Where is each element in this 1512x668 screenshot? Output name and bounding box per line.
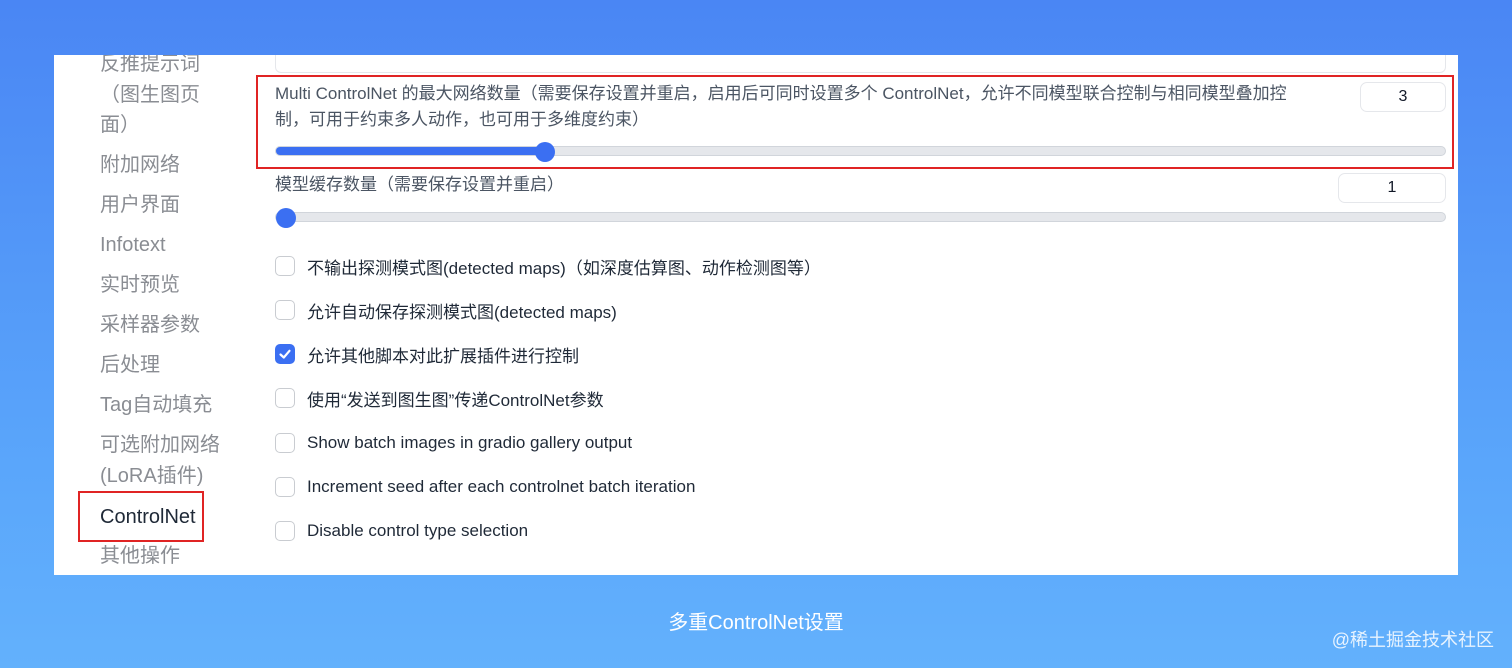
sidebar-item-user-interface[interactable]: 用户界面 xyxy=(100,190,240,220)
sidebar-item-interrogate[interactable]: 反推提示词 xyxy=(100,55,240,79)
max-models-slider[interactable] xyxy=(275,142,1446,162)
controlnet-highlight-box xyxy=(78,491,204,542)
max-models-slider-fill xyxy=(276,147,545,155)
checkbox-disable-control-type[interactable] xyxy=(275,521,295,541)
checkbox-label: 不输出探测模式图(detected maps)（如深度估算图、动作检测图等） xyxy=(307,258,821,278)
checkbox-label: Increment seed after each controlnet bat… xyxy=(307,477,696,496)
figure-caption: 多重ControlNet设置 xyxy=(668,612,844,634)
checkbox-batch-gallery[interactable] xyxy=(275,433,295,453)
cache-models-number-input[interactable]: 1 xyxy=(1338,173,1446,203)
checkbox-row-send-to-img2img[interactable]: 使用“发送到图生图”传递ControlNet参数 xyxy=(275,385,604,411)
settings-panel: 反推提示词 （图生图页 面） 附加网络 用户界面 Infotext 实时预览 采… xyxy=(54,55,1458,575)
checkbox-label: 使用“发送到图生图”传递ControlNet参数 xyxy=(307,390,604,410)
cache-models-slider[interactable] xyxy=(275,208,1446,228)
checkbox-label: Disable control type selection xyxy=(307,521,529,540)
previous-setting-field xyxy=(275,55,1446,73)
checkbox-allow-script-control[interactable] xyxy=(275,344,295,364)
sidebar-item-tag-autocomplete[interactable]: Tag自动填充 xyxy=(100,390,240,420)
checkbox-label: 允许其他脚本对此扩展插件进行控制 xyxy=(307,346,579,366)
sidebar-item-extra-networks[interactable]: 附加网络 xyxy=(100,150,240,180)
sidebar-item-postprocessing[interactable]: 后处理 xyxy=(100,350,240,380)
sidebar-item-other-actions[interactable]: 其他操作 xyxy=(100,541,240,571)
max-models-label: Multi ControlNet 的最大网络数量（需要保存设置并重启，启用后可同… xyxy=(275,81,1365,133)
checkbox-no-detected-maps[interactable] xyxy=(275,256,295,276)
max-models-slider-thumb[interactable] xyxy=(534,142,555,162)
settings-sidebar: 反推提示词 （图生图页 面） 附加网络 用户界面 Infotext 实时预览 采… xyxy=(54,55,244,575)
checkbox-label: Show batch images in gradio gallery outp… xyxy=(307,433,633,452)
sidebar-item-interrogate-line2[interactable]: （图生图页 xyxy=(100,80,240,110)
max-models-label-line2: 制，可用于约束多人动作，也可用于多维度约束） xyxy=(275,110,649,129)
max-models-number-input[interactable]: 3 xyxy=(1360,82,1446,112)
checkbox-autosave-detected-maps[interactable] xyxy=(275,300,295,320)
sidebar-item-additional-networks[interactable]: 可选附加网络 xyxy=(100,430,240,460)
sidebar-item-infotext[interactable]: Infotext xyxy=(100,230,240,260)
max-models-label-line1: Multi ControlNet 的最大网络数量（需要保存设置并重启，启用后可同… xyxy=(275,84,1287,103)
checkbox-row-increment-seed[interactable]: Increment seed after each controlnet bat… xyxy=(275,474,695,500)
checkbox-row-no-detected-maps[interactable]: 不输出探测模式图(detected maps)（如深度估算图、动作检测图等） xyxy=(275,253,821,279)
sidebar-item-interrogate-line3[interactable]: 面） xyxy=(100,110,240,140)
checkbox-increment-seed[interactable] xyxy=(275,477,295,497)
checkbox-send-to-img2img[interactable] xyxy=(275,388,295,408)
checkbox-row-disable-control-type[interactable]: Disable control type selection xyxy=(275,518,528,544)
watermark: @稀土掘金技术社区 xyxy=(1331,630,1494,650)
sidebar-item-sampler-params[interactable]: 采样器参数 xyxy=(100,310,240,340)
sidebar-item-additional-networks-line2[interactable]: (LoRA插件) xyxy=(100,461,240,491)
checkbox-label: 允许自动保存探测模式图(detected maps) xyxy=(307,302,617,322)
checkbox-row-autosave-detected-maps[interactable]: 允许自动保存探测模式图(detected maps) xyxy=(275,297,617,323)
cache-models-label: 模型缓存数量（需要保存设置并重启） xyxy=(275,175,564,194)
checkmark-icon xyxy=(279,349,291,359)
checkbox-row-allow-script-control[interactable]: 允许其他脚本对此扩展插件进行控制 xyxy=(275,341,579,367)
cache-models-slider-thumb[interactable] xyxy=(276,208,296,228)
checkbox-row-batch-gallery[interactable]: Show batch images in gradio gallery outp… xyxy=(275,430,632,456)
sidebar-item-live-preview[interactable]: 实时预览 xyxy=(100,270,240,300)
